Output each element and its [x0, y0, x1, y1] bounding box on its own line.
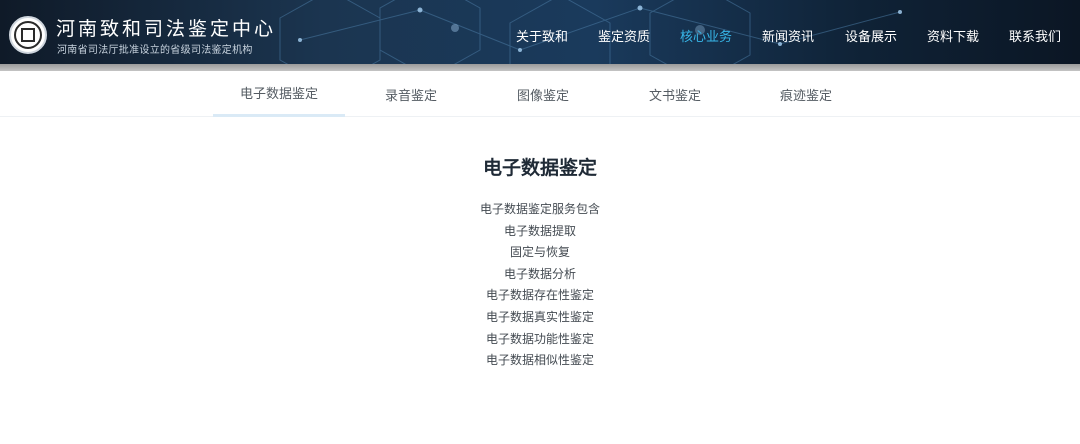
list-item: 电子数据真实性鉴定 [485, 309, 594, 324]
list-item: 固定与恢复 [509, 245, 570, 260]
business-tabs: 电子数据鉴定 录音鉴定 图像鉴定 文书鉴定 痕迹鉴定 [0, 71, 1080, 117]
nav-item-contact[interactable]: 联系我们 [1009, 26, 1061, 45]
tab-electronic-data[interactable]: 电子数据鉴定 [213, 71, 345, 117]
nav-item-equipment[interactable]: 设备展示 [845, 26, 897, 45]
header-divider [0, 64, 1080, 71]
nav-item-qualification[interactable]: 鉴定资质 [598, 26, 650, 45]
list-item: 电子数据鉴定服务包含 [479, 202, 600, 216]
list-item: 电子数据功能性鉴定 [485, 331, 594, 346]
nav-item-about[interactable]: 关于致和 [516, 26, 568, 45]
site-header: 河南致和司法鉴定中心 河南省司法厅批准设立的省级司法鉴定机构 关于致和 鉴定资质… [0, 0, 1080, 64]
list-item: 电子数据相似性鉴定 [485, 353, 594, 368]
service-list: 电子数据鉴定服务包含 电子数据提取 固定与恢复 电子数据分析 电子数据存在性鉴定… [0, 199, 1080, 372]
list-item: 电子数据存在性鉴定 [485, 288, 594, 303]
nav-item-news[interactable]: 新闻资讯 [762, 26, 814, 45]
tab-document[interactable]: 文书鉴定 [609, 71, 741, 117]
list-item: 电子数据分析 [503, 266, 576, 281]
tab-image[interactable]: 图像鉴定 [477, 71, 609, 117]
list-item: 电子数据提取 [503, 223, 576, 238]
main-nav: 关于致和 鉴定资质 核心业务 新闻资讯 设备展示 资料下载 联系我们 [0, 26, 1080, 46]
tab-trace[interactable]: 痕迹鉴定 [740, 71, 872, 117]
nav-item-downloads[interactable]: 资料下载 [927, 26, 979, 45]
nav-item-core-business[interactable]: 核心业务 [680, 26, 732, 45]
tab-audio[interactable]: 录音鉴定 [345, 71, 477, 117]
page-title: 电子数据鉴定 [482, 157, 597, 179]
